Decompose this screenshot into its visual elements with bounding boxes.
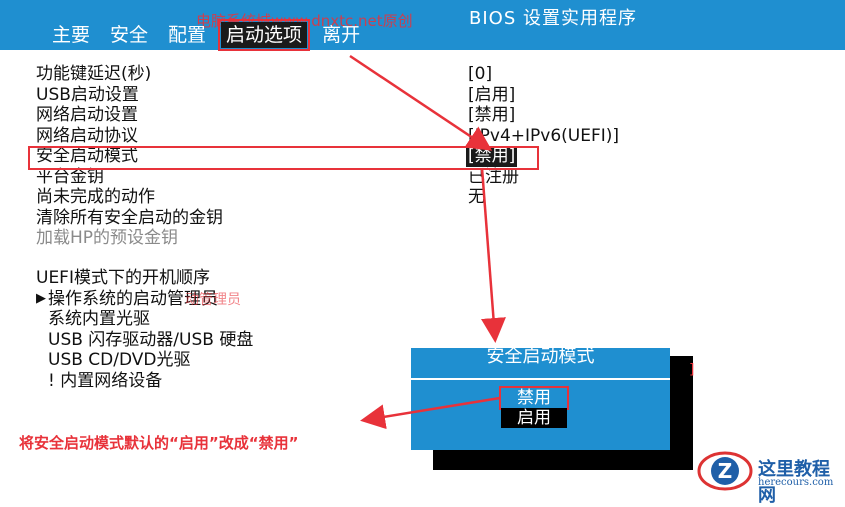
menu-tab-security[interactable]: 安全 — [105, 22, 153, 48]
bios-header-bar: 电脑系统城www.dnxtc.net原创 BIOS 设置实用程序 主要 安全 配… — [0, 0, 845, 51]
boot-order-title: UEFI模式下的开机顺序 — [36, 268, 210, 288]
option-enable[interactable]: 启用 — [501, 408, 567, 428]
setting-label: USB启动设置 — [36, 84, 139, 105]
setting-label: 清除所有安全启动的金钥 — [36, 207, 223, 228]
setting-value[interactable]: [IPv4+IPv6(UEFI)] — [468, 126, 619, 147]
setting-label: 尚未完成的动作 — [36, 187, 155, 207]
setting-label: 网络启动协议 — [36, 125, 138, 146]
menu-tab-main[interactable]: 主要 — [47, 22, 95, 48]
menu-tab-config[interactable]: 配置 — [163, 22, 211, 48]
setting-label: 网络启动设置 — [36, 105, 138, 125]
menu-tab-boot-options[interactable]: 启动选项 — [218, 19, 311, 51]
site-logo: Z 这里教程网 herecours.com — [696, 447, 845, 506]
dialog-title: 安全启动模式 — [486, 348, 595, 367]
setting-value: 无 — [468, 187, 485, 207]
menu-tab-exit[interactable]: 离开 — [317, 22, 365, 48]
boot-item-label: USB CD/DVD光驱 — [48, 350, 191, 370]
setting-value[interactable]: [启用] — [468, 85, 515, 106]
setting-label: 加载HP的预设金钥 — [36, 228, 179, 248]
dialog-divider — [411, 378, 670, 380]
instruction-annotation: 将安全启动模式默认的“启用”改成“禁用” — [19, 434, 299, 452]
boot-item-label: 系统内置光驱 — [48, 309, 150, 329]
bios-title: BIOS 设置实用程序 — [469, 8, 637, 29]
setting-value[interactable]: [禁用] — [468, 105, 515, 126]
setting-value[interactable]: [0] — [468, 64, 492, 85]
boot-overlay-note: 动管理员 — [185, 292, 241, 308]
logo-url: herecours.com — [758, 477, 834, 488]
expand-arrow-icon: ▶ — [36, 290, 46, 306]
logo-z-icon: Z — [697, 451, 753, 491]
main-menu: 主要 安全 配置 启动选项 离开 — [47, 19, 375, 51]
option-disable[interactable]: 禁用 — [499, 386, 569, 410]
setting-label: 功能键延迟(秒) — [36, 64, 152, 84]
red-bracket-mark: ] — [689, 362, 695, 378]
secure-boot-highlight-box — [28, 146, 539, 170]
boot-item-label: ! 内置网络设备 — [48, 370, 163, 391]
secure-boot-mode-dialog: 安全启动模式 禁用 启用 — [411, 348, 670, 450]
svg-text:Z: Z — [718, 459, 733, 483]
boot-item-label: USB 闪存驱动器/USB 硬盘 — [48, 329, 254, 350]
